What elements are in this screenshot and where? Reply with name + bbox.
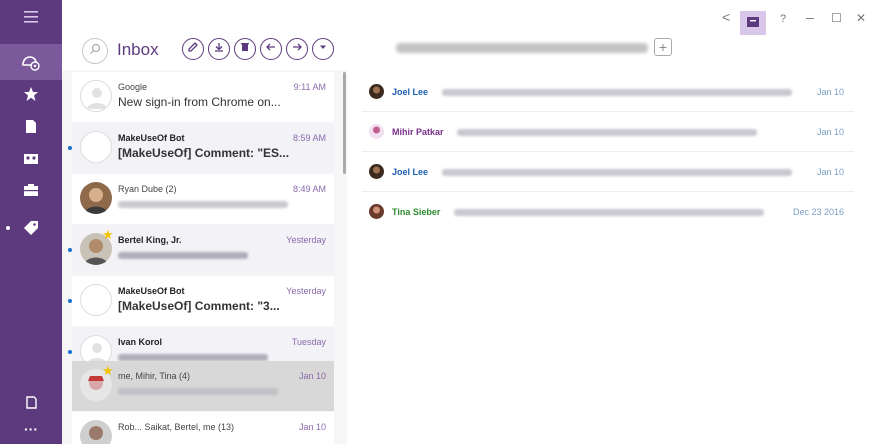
forward-icon bbox=[291, 40, 303, 58]
chevron-down-icon bbox=[317, 40, 329, 58]
avatar bbox=[80, 80, 112, 112]
document-icon[interactable] bbox=[0, 108, 62, 144]
notification-badge[interactable] bbox=[740, 11, 766, 35]
list-item-selected[interactable]: ★ me, Mihir, Tina (4) Jan 10 bbox=[72, 361, 334, 411]
edit-icon bbox=[187, 40, 199, 58]
message-preview-redacted bbox=[442, 89, 792, 96]
delete-button[interactable] bbox=[234, 38, 256, 60]
compose-icon[interactable] bbox=[0, 384, 62, 420]
unread-indicator bbox=[68, 350, 72, 354]
list-item[interactable]: MakeUseOf Bot Yesterday [MakeUseOf] Comm… bbox=[72, 276, 334, 326]
subject-redacted bbox=[118, 354, 268, 361]
message-time: 8:59 AM bbox=[292, 133, 326, 143]
message-time: Tuesday bbox=[291, 337, 326, 347]
conversation-message-row[interactable]: Mihir Patkar Jan 10 bbox=[362, 113, 854, 152]
sender-name: Tina Sieber bbox=[392, 207, 441, 217]
sender-name: Ryan Dube (2) bbox=[118, 184, 177, 194]
help-button[interactable]: ? bbox=[780, 12, 786, 26]
reply-button[interactable] bbox=[260, 38, 282, 60]
avatar bbox=[369, 164, 384, 179]
sender-name: MakeUseOf Bot bbox=[118, 286, 185, 296]
forward-button[interactable] bbox=[286, 38, 308, 60]
reply-icon bbox=[265, 40, 277, 58]
sender-name: Mihir Patkar bbox=[392, 127, 444, 137]
avatar bbox=[80, 182, 112, 214]
message-time: Jan 10 bbox=[298, 422, 326, 432]
back-button[interactable]: < bbox=[722, 10, 730, 24]
sender-name: Joel Lee bbox=[392, 87, 429, 97]
message-subject: [MakeUseOf] Comment: "ES... bbox=[118, 146, 290, 160]
unread-indicator bbox=[68, 248, 72, 252]
list-item[interactable]: ★ Bertel King, Jr. Yesterday bbox=[72, 225, 334, 275]
message-date: Jan 10 bbox=[816, 127, 844, 137]
message-time: Yesterday bbox=[286, 286, 326, 296]
sender-name: Google bbox=[118, 82, 148, 92]
add-to-folder-button[interactable]: + bbox=[654, 38, 672, 56]
message-preview-redacted bbox=[442, 169, 792, 176]
sender-name: MakeUseOf Bot bbox=[118, 133, 185, 143]
hamburger-menu-icon[interactable] bbox=[0, 4, 62, 30]
inbox-title: Inbox bbox=[117, 40, 159, 59]
sender-name: Bertel King, Jr. bbox=[118, 235, 182, 245]
list-scrollbar[interactable] bbox=[343, 72, 346, 174]
unread-indicator bbox=[68, 146, 72, 150]
download-button[interactable] bbox=[208, 38, 230, 60]
message-date: Jan 10 bbox=[816, 167, 844, 177]
list-header: Inbox bbox=[62, 0, 347, 70]
trash-icon bbox=[239, 40, 251, 58]
briefcase-icon[interactable] bbox=[0, 172, 62, 208]
starred-icon: ★ bbox=[102, 227, 114, 242]
conversation-message-row[interactable]: Tina Sieber Dec 23 2016 bbox=[362, 193, 854, 232]
avatar bbox=[369, 84, 384, 99]
message-preview-redacted bbox=[457, 129, 757, 136]
subject-redacted bbox=[118, 252, 248, 259]
list-item[interactable]: Google 9:11 AM New sign-in from Chrome o… bbox=[72, 72, 334, 122]
conversation-message-row[interactable]: Joel Lee Jan 10 bbox=[362, 73, 854, 112]
avatar bbox=[80, 284, 112, 316]
message-toolbar bbox=[182, 38, 334, 60]
sender-name: Joel Lee bbox=[392, 167, 429, 177]
people-icon[interactable] bbox=[0, 44, 62, 80]
message-icon bbox=[747, 14, 759, 32]
group-icon[interactable] bbox=[0, 140, 62, 176]
avatar bbox=[80, 131, 112, 163]
search-button[interactable] bbox=[82, 38, 108, 64]
message-preview-redacted bbox=[454, 209, 764, 216]
message-subject: [MakeUseOf] Comment: "3... bbox=[118, 299, 280, 313]
message-time: Jan 10 bbox=[298, 371, 326, 381]
list-item[interactable]: Ryan Dube (2) 8:49 AM bbox=[72, 174, 334, 224]
message-subject: New sign-in from Chrome on... bbox=[118, 95, 281, 109]
more-icon[interactable]: ··· bbox=[0, 416, 62, 442]
subject-redacted bbox=[118, 201, 288, 208]
maximize-button[interactable]: ☐ bbox=[831, 11, 842, 25]
edit-button[interactable] bbox=[182, 38, 204, 60]
sender-name: Rob... Saikat, Bertel, me (13) bbox=[118, 422, 235, 432]
sender-name: me, Mihir, Tina (4) bbox=[118, 371, 191, 381]
conversation-subject-redacted bbox=[396, 43, 648, 53]
avatar bbox=[369, 124, 384, 139]
minimize-button[interactable]: – bbox=[806, 10, 814, 24]
close-button[interactable]: ✕ bbox=[856, 11, 866, 25]
more-actions-button[interactable] bbox=[312, 38, 334, 60]
message-time: 9:11 AM bbox=[293, 82, 326, 92]
tag-icon[interactable] bbox=[0, 210, 62, 246]
navigation-rail: ··· bbox=[0, 0, 62, 444]
favorites-star-icon[interactable] bbox=[0, 76, 62, 112]
search-icon bbox=[89, 42, 101, 60]
subject-redacted bbox=[118, 388, 278, 395]
message-date: Jan 10 bbox=[816, 87, 844, 97]
sender-name: Ivan Korol bbox=[118, 337, 163, 347]
message-date: Dec 23 2016 bbox=[792, 207, 844, 217]
message-list-pane: Inbox Google 9:11 AM New sign-in from Ch… bbox=[62, 0, 347, 444]
avatar bbox=[80, 420, 112, 444]
list-item[interactable]: MakeUseOf Bot 8:59 AM [MakeUseOf] Commen… bbox=[72, 123, 334, 173]
download-icon bbox=[213, 40, 225, 58]
list-item[interactable]: Rob... Saikat, Bertel, me (13) Jan 10 bbox=[72, 412, 334, 444]
message-time: 8:49 AM bbox=[292, 184, 326, 194]
avatar bbox=[369, 204, 384, 219]
conversation-message-row[interactable]: Joel Lee Jan 10 bbox=[362, 153, 854, 192]
unread-indicator bbox=[68, 299, 72, 303]
message-time: Yesterday bbox=[286, 235, 326, 245]
starred-icon: ★ bbox=[102, 363, 114, 378]
